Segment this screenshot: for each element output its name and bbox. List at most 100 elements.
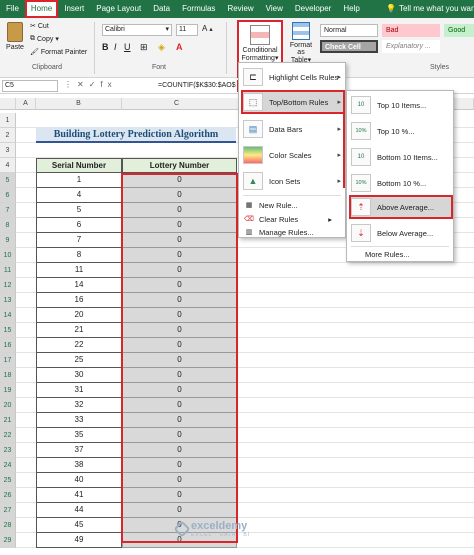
- serial-number-cell[interactable]: 35: [36, 428, 122, 443]
- style-explanatory[interactable]: Explanatory ...: [382, 40, 440, 53]
- lottery-number-cell[interactable]: 0: [122, 293, 237, 308]
- column-header-a[interactable]: A: [16, 98, 36, 110]
- tell-me-search[interactable]: 💡 Tell me what you want: [386, 0, 474, 18]
- menu-top-10-percent[interactable]: 10% Top 10 %...: [349, 119, 453, 143]
- menu-data-bars[interactable]: ▤ Data Bars ▸: [241, 117, 345, 141]
- row-header[interactable]: 25: [0, 473, 16, 488]
- row-header[interactable]: 13: [0, 293, 16, 308]
- serial-number-cell[interactable]: 14: [36, 278, 122, 293]
- menu-top-bottom-rules[interactable]: ⬚ Top/Bottom Rules ▸: [241, 90, 345, 114]
- font-name-select[interactable]: Calibri ▾: [102, 24, 172, 36]
- row-header[interactable]: 15: [0, 323, 16, 338]
- tab-home[interactable]: Home: [24, 0, 59, 18]
- serial-number-cell[interactable]: 41: [36, 488, 122, 503]
- row-header[interactable]: 22: [0, 428, 16, 443]
- row-header[interactable]: 16: [0, 338, 16, 353]
- cut-button[interactable]: ✂ Cut: [30, 22, 49, 31]
- menu-bottom-10-percent[interactable]: 10% Bottom 10 %...: [349, 171, 453, 195]
- style-check-cell[interactable]: Check Cell: [320, 40, 378, 53]
- copy-button[interactable]: ⧉ Copy ▾: [30, 35, 59, 43]
- row-header[interactable]: 21: [0, 413, 16, 428]
- bold-button[interactable]: B: [102, 42, 109, 52]
- row-header[interactable]: 1: [0, 113, 16, 128]
- lottery-number-cell[interactable]: 0: [122, 173, 237, 188]
- lottery-number-cell[interactable]: 0: [122, 383, 237, 398]
- serial-number-cell[interactable]: 30: [36, 368, 122, 383]
- grow-font-button[interactable]: A ▴: [202, 24, 213, 33]
- lottery-number-cell[interactable]: 0: [122, 413, 237, 428]
- serial-number-cell[interactable]: 8: [36, 248, 122, 263]
- serial-number-cell[interactable]: 33: [36, 413, 122, 428]
- font-size-select[interactable]: 11: [176, 24, 198, 36]
- row-header[interactable]: 28: [0, 518, 16, 533]
- lottery-number-cell[interactable]: 0: [122, 263, 237, 278]
- lottery-number-cell[interactable]: 0: [122, 188, 237, 203]
- row-header[interactable]: 20: [0, 398, 16, 413]
- lottery-number-cell[interactable]: 0: [122, 203, 237, 218]
- fill-color-icon[interactable]: ◈: [158, 42, 165, 53]
- tab-file[interactable]: File: [0, 0, 25, 18]
- serial-number-cell[interactable]: 4: [36, 188, 122, 203]
- lottery-number-cell[interactable]: 0: [122, 323, 237, 338]
- row-header[interactable]: 5: [0, 173, 16, 188]
- menu-below-average[interactable]: ⇣ Below Average...: [349, 221, 453, 245]
- tab-formulas[interactable]: Formulas: [176, 0, 221, 18]
- style-normal[interactable]: Normal: [320, 24, 378, 37]
- row-header[interactable]: 12: [0, 278, 16, 293]
- italic-button[interactable]: I: [114, 42, 117, 52]
- serial-number-cell[interactable]: 38: [36, 458, 122, 473]
- tab-view[interactable]: View: [260, 0, 289, 18]
- menu-highlight-cells-rules[interactable]: ⊏ Highlight Cells Rules ▸: [241, 65, 345, 89]
- row-header[interactable]: 14: [0, 308, 16, 323]
- tab-developer[interactable]: Developer: [289, 0, 337, 18]
- row-header[interactable]: 4: [0, 158, 16, 173]
- row-header[interactable]: 3: [0, 143, 16, 158]
- lottery-number-cell[interactable]: 0: [122, 218, 237, 233]
- serial-number-cell[interactable]: 16: [36, 293, 122, 308]
- row-header[interactable]: 17: [0, 353, 16, 368]
- serial-number-cell[interactable]: 7: [36, 233, 122, 248]
- row-header[interactable]: 29: [0, 533, 16, 548]
- serial-number-cell[interactable]: 32: [36, 398, 122, 413]
- borders-icon[interactable]: ⊞: [140, 42, 148, 53]
- style-bad[interactable]: Bad: [382, 24, 440, 37]
- row-header[interactable]: 26: [0, 488, 16, 503]
- serial-number-cell[interactable]: 49: [36, 533, 122, 548]
- formula-input[interactable]: =COUNTIF($K$30:$AO$: [158, 80, 236, 92]
- lottery-number-cell[interactable]: 0: [122, 353, 237, 368]
- row-header[interactable]: 23: [0, 443, 16, 458]
- tab-data[interactable]: Data: [147, 0, 176, 18]
- serial-number-cell[interactable]: 25: [36, 353, 122, 368]
- row-header[interactable]: 6: [0, 188, 16, 203]
- lottery-number-cell[interactable]: 0: [122, 248, 237, 263]
- tab-insert[interactable]: Insert: [58, 0, 90, 18]
- row-header[interactable]: 18: [0, 368, 16, 383]
- lottery-number-cell[interactable]: 0: [122, 398, 237, 413]
- menu-bottom-10-items[interactable]: 10 Bottom 10 Items...: [349, 145, 453, 169]
- column-header-b[interactable]: B: [36, 98, 122, 110]
- serial-number-cell[interactable]: 20: [36, 308, 122, 323]
- row-header[interactable]: 24: [0, 458, 16, 473]
- serial-number-cell[interactable]: 21: [36, 323, 122, 338]
- lottery-number-cell[interactable]: 0: [122, 503, 237, 518]
- font-color-icon[interactable]: A: [176, 42, 183, 52]
- row-header[interactable]: 11: [0, 263, 16, 278]
- row-header[interactable]: 2: [0, 128, 16, 143]
- tab-page-layout[interactable]: Page Layout: [90, 0, 147, 18]
- menu-above-average[interactable]: ⇡ Above Average...: [349, 195, 453, 219]
- serial-number-cell[interactable]: 40: [36, 473, 122, 488]
- menu-clear-rules[interactable]: ⌫ Clear Rules ▸: [241, 212, 332, 226]
- row-header[interactable]: 9: [0, 233, 16, 248]
- serial-number-cell[interactable]: 44: [36, 503, 122, 518]
- lottery-number-cell[interactable]: 0: [122, 308, 237, 323]
- tab-review[interactable]: Review: [221, 0, 259, 18]
- menu-new-rule[interactable]: ▦ New Rule...: [241, 198, 298, 212]
- name-box[interactable]: C5: [2, 80, 58, 92]
- serial-number-cell[interactable]: 22: [36, 338, 122, 353]
- serial-number-cell[interactable]: 31: [36, 383, 122, 398]
- lottery-number-cell[interactable]: 0: [122, 443, 237, 458]
- serial-number-cell[interactable]: 11: [36, 263, 122, 278]
- row-header[interactable]: 27: [0, 503, 16, 518]
- lottery-number-cell[interactable]: 0: [122, 278, 237, 293]
- lottery-number-cell[interactable]: 0: [122, 458, 237, 473]
